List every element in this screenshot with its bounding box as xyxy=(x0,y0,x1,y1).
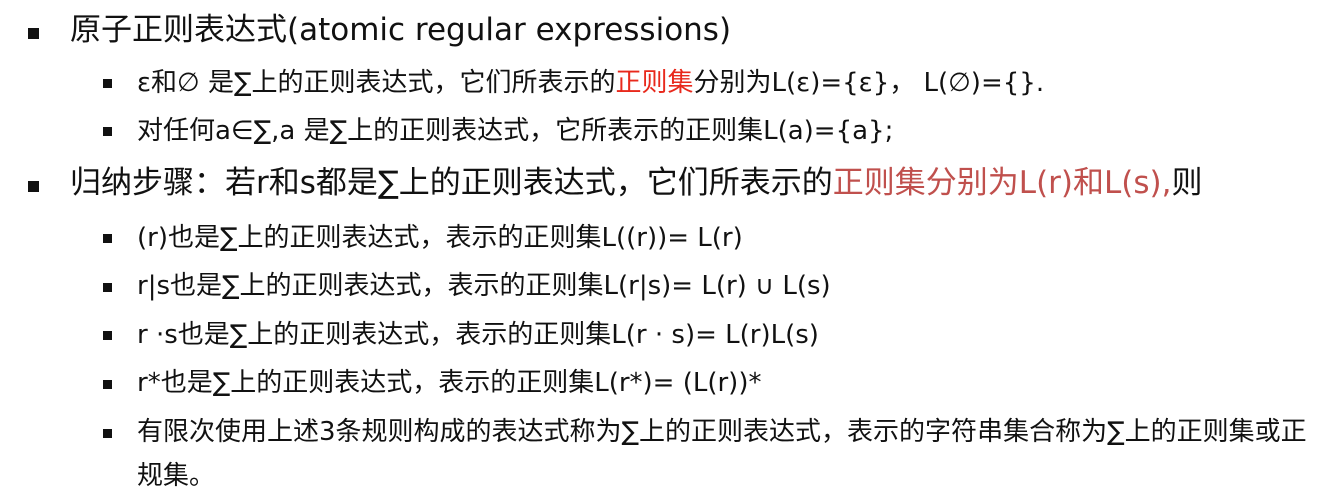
atomic-heading: 原子正则表达式(atomic regular expressions) xyxy=(70,10,731,50)
bullet-square xyxy=(103,127,112,136)
slide: 原子正则表达式(atomic regular expressions) ε和∅ … xyxy=(0,0,1335,492)
inductive-heading-text: 归纳步骤：若r和s都是∑上的正则表达式，它们所表示的 xyxy=(70,165,833,201)
bullet-square xyxy=(103,234,112,243)
inductive-item-text: r*也是∑上的正则表达式，表示的正则集L(r*)= (L(r))* xyxy=(137,368,762,398)
atomic-item-text: ε和∅ 是∑上的正则表达式，它们所表示的 xyxy=(137,68,616,98)
inductive-heading: 归纳步骤：若r和s都是∑上的正则表达式，它们所表示的正则集分别为L(r)和L(s… xyxy=(70,163,1202,203)
inductive-item-paren: (r)也是∑上的正则表达式，表示的正则集L((r))= L(r) xyxy=(137,218,1317,258)
inductive-item-concat: r ·s也是∑上的正则表达式，表示的正则集L(r · s)= L(r)L(s) xyxy=(137,315,1317,355)
bullet-square xyxy=(103,380,112,389)
highlight-regular-set: 正则集 xyxy=(615,68,694,98)
inductive-item-text: (r)也是∑上的正则表达式，表示的正则集L((r))= L(r) xyxy=(137,223,743,253)
atomic-item-symbol: 对任何a∈∑,a 是∑上的正则表达式，它所表示的正则集L(a)={a}; xyxy=(137,111,1317,151)
bullet-square xyxy=(28,28,39,39)
bullet-square xyxy=(103,79,112,88)
inductive-item-summary: 有限次使用上述3条规则构成的表达式称为∑上的正则表达式，表示的字符串集合称为∑上… xyxy=(137,410,1317,498)
inductive-item-star: r*也是∑上的正则表达式，表示的正则集L(r*)= (L(r))* xyxy=(137,363,1317,403)
bullet-square xyxy=(103,429,112,438)
atomic-item-text: 对任何a∈∑,a 是∑上的正则表达式，它所表示的正则集L(a)={a}; xyxy=(137,116,894,146)
bullet-square xyxy=(28,181,39,192)
inductive-item-text: r|s也是∑上的正则表达式，表示的正则集L(r|s)= L(r) ∪ L(s) xyxy=(137,271,831,301)
inductive-item-text: 有限次使用上述3条规则构成的表达式称为∑上的正则表达式，表示的字符串集合称为∑上… xyxy=(137,417,1307,491)
bullet-square xyxy=(103,283,112,292)
inductive-item-union: r|s也是∑上的正则表达式，表示的正则集L(r|s)= L(r) ∪ L(s) xyxy=(137,266,1317,306)
atomic-heading-text: 原子正则表达式(atomic regular expressions) xyxy=(70,12,732,48)
bullet-square xyxy=(103,331,112,340)
atomic-item-epsilon: ε和∅ 是∑上的正则表达式，它们所表示的正则集分别为L(ε)={ε}， L(∅)… xyxy=(137,63,1317,103)
inductive-item-text: r ·s也是∑上的正则表达式，表示的正则集L(r · s)= L(r)L(s) xyxy=(137,320,819,350)
inductive-heading-text: 则 xyxy=(1171,165,1203,201)
atomic-item-text: 分别为L(ε)={ε}， L(∅)={}. xyxy=(693,68,1045,98)
highlight-regular-sets: 正则集分别为L(r)和L(s), xyxy=(832,165,1172,201)
